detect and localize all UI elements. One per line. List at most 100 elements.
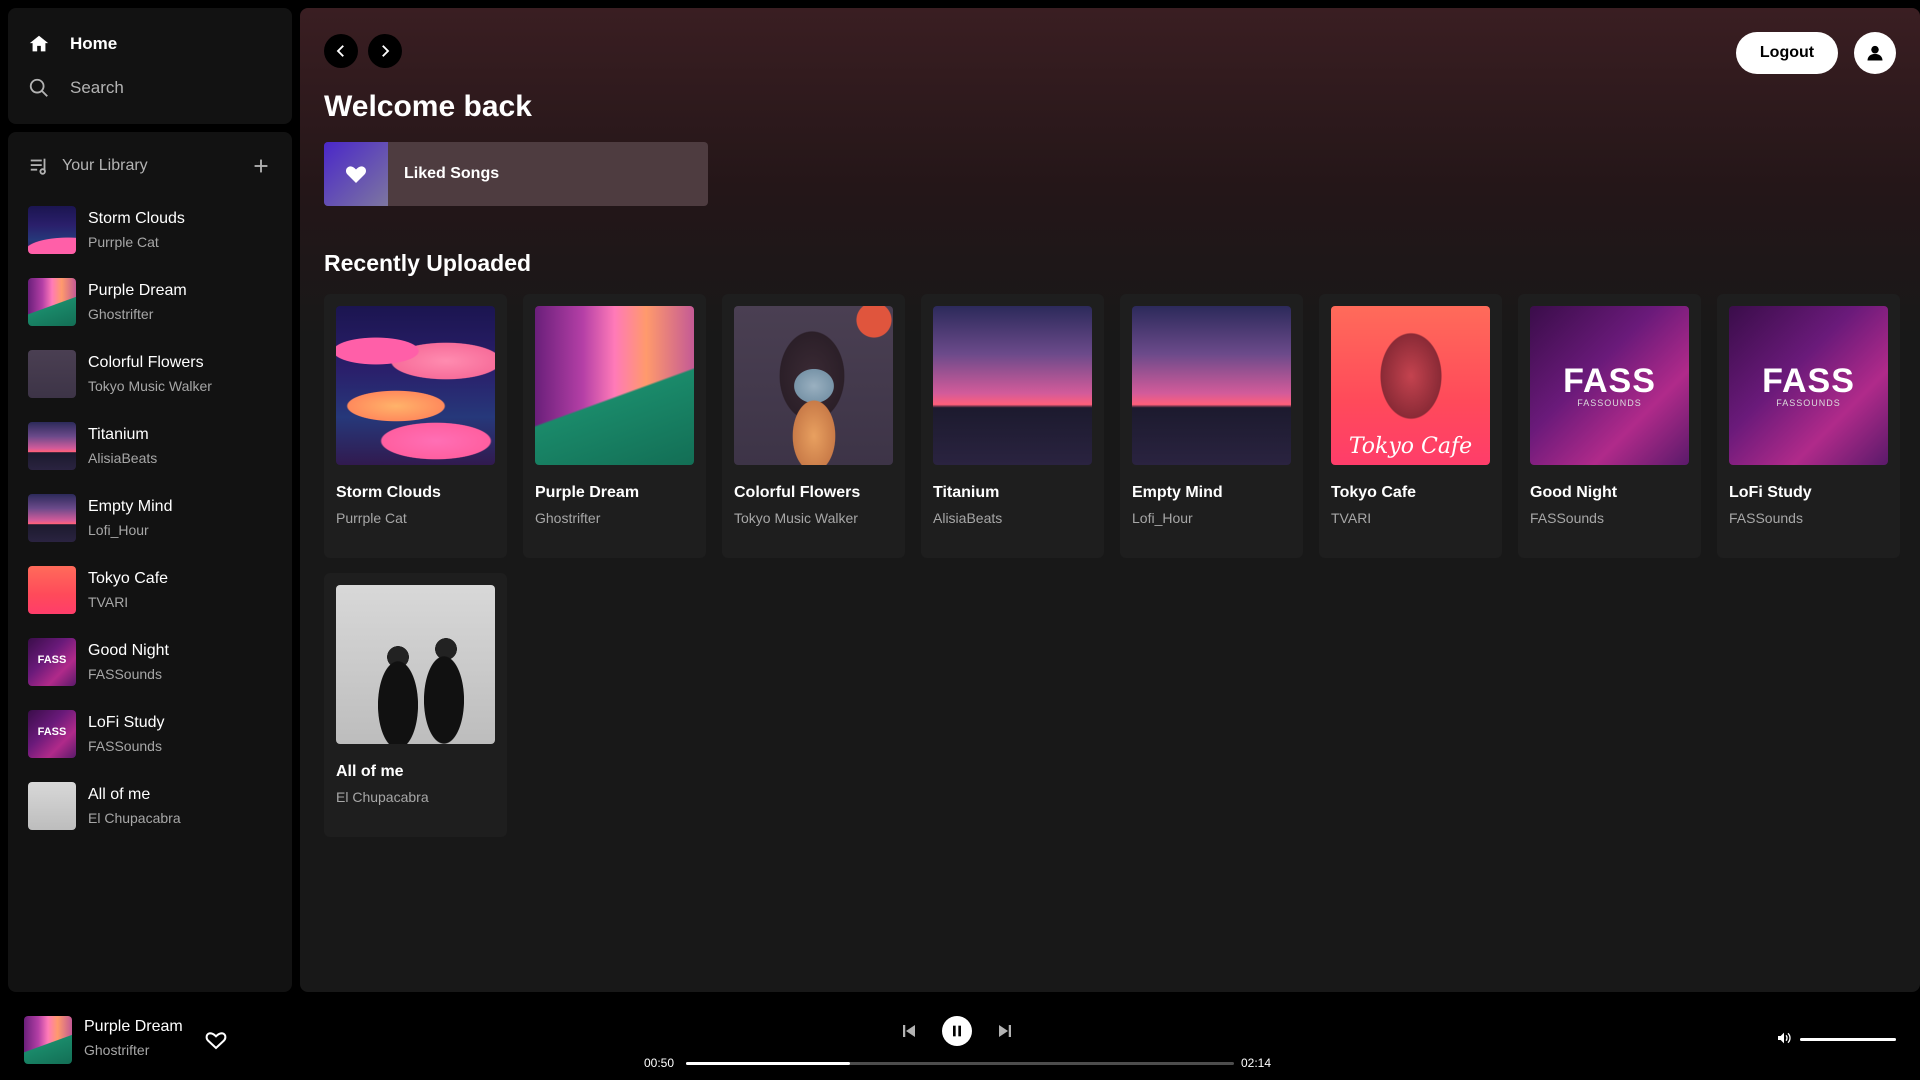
library-item-artist: FASSounds xyxy=(88,665,162,682)
song-card-title: Purple Dream xyxy=(535,484,640,501)
library-title-button[interactable]: Your Library xyxy=(28,155,148,177)
song-card-artist: Purrple Cat xyxy=(336,510,407,526)
library-item[interactable]: All of me El Chupacabra xyxy=(28,770,272,842)
chevron-right-icon xyxy=(382,45,390,57)
song-card-artist: FASSounds xyxy=(1729,510,1803,526)
library-item-title: All of me xyxy=(88,785,151,803)
library-item[interactable]: Colorful Flowers Tokyo Music Walker xyxy=(28,338,272,410)
logout-button[interactable]: Logout xyxy=(1736,32,1838,74)
song-card[interactable]: Storm Clouds Purrple Cat xyxy=(324,294,507,558)
recent-grid: Storm Clouds Purrple Cat Purple Dream Ghost… xyxy=(324,294,1900,837)
history-nav xyxy=(324,34,402,68)
song-card[interactable]: Empty Mind Lofi_Hour xyxy=(1120,294,1303,558)
library-header: Your Library xyxy=(28,144,272,188)
library-item[interactable]: Empty Mind Lofi_Hour xyxy=(28,482,272,554)
library-item-text: Titanium AlisiaBeats xyxy=(88,425,157,468)
nav-search[interactable]: Search xyxy=(28,66,272,110)
song-card-title: Tokyo Cafe xyxy=(1331,484,1417,501)
library-item[interactable]: FASS Good Night FASSounds xyxy=(28,626,272,698)
song-card[interactable]: FASS FASSOUNDS Good Night FASSounds xyxy=(1518,294,1701,558)
song-card-artist: FASSounds xyxy=(1530,510,1604,526)
song-card-cover xyxy=(535,306,694,465)
song-card-title: Titanium xyxy=(933,484,1000,501)
library-item-artist: Ghostrifter xyxy=(88,305,154,322)
library-item-text: Colorful Flowers Tokyo Music Walker xyxy=(88,353,212,396)
chevron-left-icon xyxy=(336,45,344,57)
song-card-artist: Ghostrifter xyxy=(535,510,601,526)
song-card-cover xyxy=(336,306,495,465)
song-card-title: Empty Mind xyxy=(1132,484,1223,501)
library-item[interactable]: Tokyo Cafe TVARI xyxy=(28,554,272,626)
liked-songs-art xyxy=(324,142,388,206)
song-card-cover xyxy=(336,585,495,744)
library-item-artist: Lofi_Hour xyxy=(88,521,149,538)
skip-back-icon[interactable] xyxy=(900,1022,918,1040)
fass-subtitle: FASSOUNDS xyxy=(1577,398,1642,408)
liked-songs-tile[interactable]: Liked Songs xyxy=(324,142,708,206)
current-time: 00:50 xyxy=(644,1056,675,1070)
library-item-art: FASS xyxy=(28,638,76,686)
library-item-art xyxy=(28,782,76,830)
library-item-art xyxy=(28,278,76,326)
song-card[interactable]: All of me El Chupacabra xyxy=(324,573,507,837)
library-item-art xyxy=(28,422,76,470)
progress-fill xyxy=(686,1062,851,1065)
play-pause-button[interactable] xyxy=(942,1016,972,1046)
song-card-cover: FASS FASSOUNDS xyxy=(1729,306,1888,465)
library-item[interactable]: FASS LoFi Study FASSounds xyxy=(28,698,272,770)
library-item-title: Tokyo Cafe xyxy=(88,569,169,587)
library-item-artist: Tokyo Music Walker xyxy=(88,377,212,394)
now-playing-artist[interactable]: Ghostrifter xyxy=(84,1042,149,1058)
library-item-art xyxy=(28,566,76,614)
library-item-artist: AlisiaBeats xyxy=(88,449,158,466)
song-card[interactable]: FASS FASSOUNDS LoFi Study FASSounds xyxy=(1717,294,1900,558)
nav-home[interactable]: Home xyxy=(28,22,272,66)
section-title: Recently Uploaded xyxy=(324,250,532,276)
fass-logo: FASS xyxy=(37,654,67,666)
library-item[interactable]: Purple Dream Ghostrifter xyxy=(28,266,272,338)
song-card-title: Colorful Flowers xyxy=(734,484,861,501)
player-bar: Purple Dream Ghostrifter 00:50 02:14 xyxy=(0,1000,1920,1080)
back-button[interactable] xyxy=(324,34,358,68)
fass-subtitle: FASSOUNDS xyxy=(1776,398,1841,408)
tokyo-script: Tokyo Cafe xyxy=(1348,434,1473,459)
volume-slider[interactable] xyxy=(1800,1038,1896,1041)
library-panel: Your Library Storm Clouds Purrple Cat Purp… xyxy=(8,132,292,992)
library-item-title: Purple Dream xyxy=(88,281,187,299)
library-item-text: Good Night FASSounds xyxy=(88,641,169,684)
song-card[interactable]: Tokyo Cafe Tokyo Cafe TVARI xyxy=(1319,294,1502,558)
progress-bar[interactable] xyxy=(686,1062,1234,1065)
song-card-artist: Tokyo Music Walker xyxy=(734,510,858,526)
library-item-artist: FASSounds xyxy=(88,737,162,754)
song-card-cover: Tokyo Cafe xyxy=(1331,306,1490,465)
song-card-cover xyxy=(734,306,893,465)
library-item-art: FASS xyxy=(28,710,76,758)
song-card-cover xyxy=(933,306,1092,465)
song-card[interactable]: Purple Dream Ghostrifter xyxy=(523,294,706,558)
song-card-title: LoFi Study xyxy=(1729,484,1812,501)
song-card[interactable]: Colorful Flowers Tokyo Music Walker xyxy=(722,294,905,558)
plus-icon[interactable] xyxy=(250,155,272,177)
forward-button[interactable] xyxy=(368,34,402,68)
library-item-title: Storm Clouds xyxy=(88,209,185,227)
library-icon xyxy=(30,158,46,175)
library-item-title: Colorful Flowers xyxy=(88,353,204,371)
nav-home-label: Home xyxy=(70,34,118,53)
library-item[interactable]: Titanium AlisiaBeats xyxy=(28,410,272,482)
now-playing-art[interactable] xyxy=(24,1016,72,1064)
heart-icon[interactable] xyxy=(204,1028,228,1052)
song-card[interactable]: Titanium AlisiaBeats xyxy=(921,294,1104,558)
library-item-title: Good Night xyxy=(88,641,169,659)
pause-icon xyxy=(953,1025,961,1037)
library-item[interactable]: Storm Clouds Purrple Cat xyxy=(28,194,272,266)
fass-logo: FASS xyxy=(1762,362,1855,400)
library-list: Storm Clouds Purrple Cat Purple Dream Ghost… xyxy=(28,194,272,842)
now-playing-title[interactable]: Purple Dream xyxy=(84,1018,183,1036)
library-item-title: Titanium xyxy=(88,425,149,443)
song-card-artist: Lofi_Hour xyxy=(1132,510,1193,526)
volume-icon[interactable] xyxy=(1776,1030,1792,1046)
library-item-text: Storm Clouds Purrple Cat xyxy=(88,209,185,252)
skip-forward-icon[interactable] xyxy=(996,1022,1014,1040)
fass-logo: FASS xyxy=(37,726,67,738)
user-button[interactable] xyxy=(1854,32,1896,74)
